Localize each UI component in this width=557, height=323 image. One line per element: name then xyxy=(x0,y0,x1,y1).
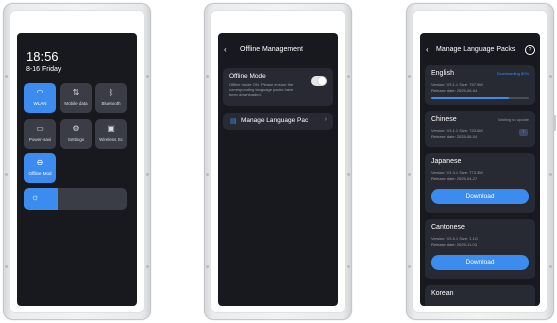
pack-card-korean: Korean xyxy=(425,285,535,306)
screw-dot xyxy=(549,265,552,268)
screw-dot xyxy=(206,75,209,78)
pack-version: Version: V3.1.1 Size: 723.0M xyxy=(431,128,483,133)
device-offline-management: ‹ Offline Management Offline Mode Offlin… xyxy=(204,3,352,320)
back-chevron-icon[interactable]: ‹ xyxy=(224,45,227,54)
pack-release-date: Release date: 2025-06-04 xyxy=(431,88,478,93)
header: ‹ Offline Management xyxy=(218,45,338,59)
pack-name: Chinese xyxy=(431,116,457,123)
screen: ‹ Offline Management Offline Mode Offlin… xyxy=(218,33,338,306)
pack-card-cantonese: Cantonese Version: V3.5.1 Size: 1.1G Rel… xyxy=(425,219,535,279)
screw-dot xyxy=(408,173,411,176)
mobile-data-icon: ⇅ xyxy=(72,88,80,97)
clock-date: 8-16 Friday xyxy=(26,66,62,73)
offline-mode-description: Offline mode ON. Please ensure the corre… xyxy=(229,82,294,97)
tile-wlan[interactable]: ◠ WLAN xyxy=(24,83,56,113)
download-progress-fill xyxy=(431,97,510,99)
page-title: Offline Management xyxy=(240,46,303,53)
side-button xyxy=(553,115,556,131)
tile-wireless-screen[interactable]: ▣ Wireless Sc xyxy=(95,119,127,149)
screw-dot xyxy=(347,173,350,176)
pack-release-date: Release date: 2025-06-04 xyxy=(431,134,478,139)
screw-dot xyxy=(206,173,209,176)
screw-dot xyxy=(146,75,149,78)
back-chevron-icon[interactable]: ‹ xyxy=(426,45,429,54)
screw-dot xyxy=(146,265,149,268)
screw-dot xyxy=(5,75,8,78)
screw-dot xyxy=(5,173,8,176)
header: ‹ Manage Language Packs ? xyxy=(420,45,540,59)
pack-card-chinese: Chinese Waiting to update Version: V3.1.… xyxy=(425,111,535,147)
wireless-screen-icon: ▣ xyxy=(107,124,115,133)
screw-dot xyxy=(347,75,350,78)
pack-status: Downloading 80% xyxy=(496,71,529,76)
pack-card-english: English Downloading 80% Version: V3.1.1 … xyxy=(425,65,535,105)
screw-dot xyxy=(408,75,411,78)
pack-version: Version: V3.1.1 Size: 757.9M xyxy=(431,82,483,87)
clock-time: 18:56 xyxy=(26,49,59,64)
screen: 18:56 8-16 Friday ◠ WLAN ⇅ Mobile data ᛒ… xyxy=(17,33,137,306)
download-button[interactable]: Download xyxy=(431,255,529,270)
screw-dot xyxy=(549,173,552,176)
screw-dot xyxy=(408,265,411,268)
tile-label: Wireless Sc xyxy=(99,137,123,142)
offline-mode-card: Offline Mode Offline mode ON. Please ens… xyxy=(223,68,333,106)
screw-dot xyxy=(146,173,149,176)
tile-label: Mobile data xyxy=(64,101,88,106)
pack-release-date: Release date: 2025-04-27 xyxy=(431,176,478,181)
tile-offline-mode[interactable]: ⊖ Offline Mod xyxy=(24,153,56,183)
screw-dot xyxy=(5,265,8,268)
tile-label: Bluetooth xyxy=(101,101,121,106)
chevron-right-icon: › xyxy=(324,116,327,123)
pack-name: Japanese xyxy=(431,158,462,165)
download-progress-track xyxy=(431,97,529,99)
pack-version: Version: V1.3.1 Size: 773.3M xyxy=(431,170,483,175)
pack-name: Cantonese xyxy=(431,224,465,231)
wifi-icon: ◠ xyxy=(36,88,44,97)
offline-mode-label: Offline Mode xyxy=(229,73,266,80)
help-icon[interactable]: ? xyxy=(525,45,535,55)
tile-label: Power-savi xyxy=(28,137,52,142)
device-manage-language-packs: ‹ Manage Language Packs ? English Downlo… xyxy=(406,3,556,320)
tile-label: Offline Mod xyxy=(28,171,52,176)
pack-version: Version: V3.5.1 Size: 1.1G xyxy=(431,236,478,241)
tile-settings[interactable]: ⚙ Settings xyxy=(60,119,92,149)
offline-mode-icon: ⊖ xyxy=(36,158,44,167)
manage-language-packs-label: Manage Language Pac xyxy=(241,117,309,124)
screw-dot xyxy=(206,265,209,268)
settings-icon: ⚙ xyxy=(72,124,80,133)
power-saving-icon: ▭ xyxy=(36,124,44,133)
brightness-slider[interactable]: ☼ xyxy=(24,188,127,210)
download-button[interactable]: Download xyxy=(431,189,529,204)
offline-mode-toggle[interactable] xyxy=(311,76,327,86)
brightness-icon: ☼ xyxy=(31,192,40,202)
tile-power-saving[interactable]: ▭ Power-savi xyxy=(24,119,56,149)
update-icon[interactable]: ↑ xyxy=(519,129,528,136)
device-control-center: 18:56 8-16 Friday ◠ WLAN ⇅ Mobile data ᛒ… xyxy=(3,3,151,320)
pack-name: Korean xyxy=(431,290,454,297)
bluetooth-icon: ᛒ xyxy=(108,88,114,97)
pack-name: English xyxy=(431,70,454,77)
manage-language-packs-row[interactable]: ▤ Manage Language Pac › xyxy=(223,113,333,130)
tile-bluetooth[interactable]: ᛒ Bluetooth xyxy=(95,83,127,113)
pack-card-japanese: Japanese Version: V1.3.1 Size: 773.3M Re… xyxy=(425,153,535,213)
pack-release-date: Release date: 2025-11-03 xyxy=(431,242,477,247)
page-title: Manage Language Packs xyxy=(436,46,516,53)
tile-label: WLAN xyxy=(33,101,47,106)
tile-mobile-data[interactable]: ⇅ Mobile data xyxy=(60,83,92,113)
screw-dot xyxy=(549,75,552,78)
tile-label: Settings xyxy=(67,137,85,142)
pack-status: Waiting to update xyxy=(498,117,529,122)
brightness-fill xyxy=(24,188,58,210)
screen: ‹ Manage Language Packs ? English Downlo… xyxy=(420,33,540,306)
screw-dot xyxy=(347,265,350,268)
language-pack-icon: ▤ xyxy=(230,118,237,125)
